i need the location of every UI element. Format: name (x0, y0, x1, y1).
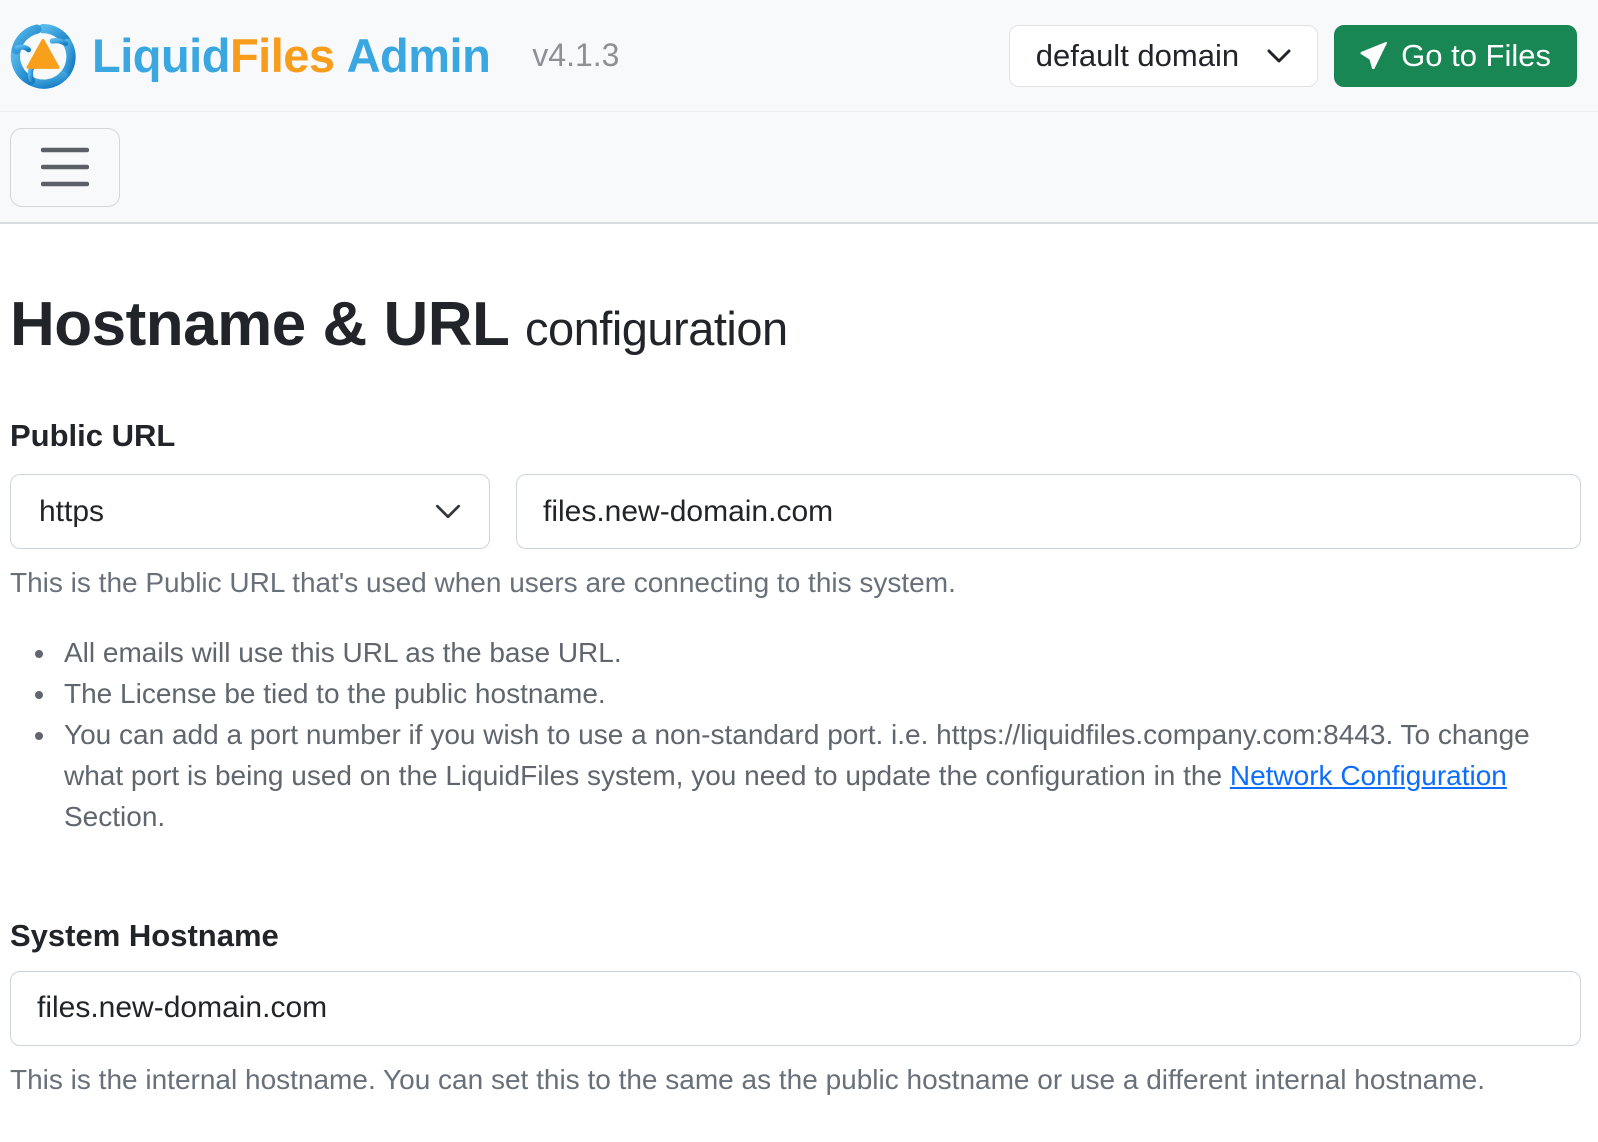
hamburger-icon (41, 146, 89, 188)
domain-selector[interactable]: default domain (1008, 24, 1319, 87)
page-title-sub: configuration (525, 302, 788, 355)
go-to-files-label: Go to Files (1401, 37, 1551, 73)
public-hostname-input[interactable] (516, 474, 1581, 550)
public-url-help: This is the Public URL that's used when … (10, 567, 956, 599)
note-item: The License be tied to the public hostna… (58, 673, 1581, 714)
chevron-down-icon (435, 503, 461, 520)
go-to-files-button[interactable]: Go to Files (1334, 24, 1577, 87)
system-hostname-label: System Hostname (10, 918, 279, 954)
brand-admin: Admin (346, 29, 491, 82)
note-text: Section. (64, 801, 166, 833)
note-item: All emails will use this URL as the base… (58, 632, 1581, 673)
brand-liquid: Liquid (92, 29, 230, 82)
send-icon (1360, 42, 1388, 69)
note-item: You can add a port number if you wish to… (58, 714, 1581, 837)
version-label: v4.1.3 (532, 37, 620, 73)
page-title: Hostname & URL configuration (10, 224, 1581, 361)
brand-title: LiquidFiles Admin (92, 28, 491, 83)
main-content: Hostname & URL configuration Public URL … (0, 224, 1598, 1097)
public-url-section: Public URL https This is the Public URL … (10, 417, 1581, 837)
menu-toggle-button[interactable] (10, 127, 120, 207)
system-hostname-input[interactable] (10, 970, 1581, 1046)
network-configuration-link[interactable]: Network Configuration (1230, 760, 1507, 791)
public-url-notes: All emails will use this URL as the base… (10, 632, 1581, 837)
scheme-select[interactable]: https (10, 474, 490, 550)
chevron-down-icon (1267, 48, 1291, 64)
note-text: The License be tied to the public hostna… (64, 678, 606, 710)
system-hostname-help: This is the internal hostname. You can s… (10, 1063, 1486, 1095)
public-url-label: Public URL (10, 418, 176, 454)
domain-selector-value: default domain (1035, 37, 1240, 73)
liquidfiles-logo-icon (10, 23, 76, 89)
system-hostname-section: System Hostname This is the internal hos… (10, 917, 1581, 1096)
system-hostname-input-wrap (10, 970, 1581, 1046)
scheme-select-value: https (39, 494, 105, 528)
public-url-row: https (10, 474, 1581, 550)
page-title-main: Hostname & URL (10, 290, 509, 359)
app-header: LiquidFiles Admin v4.1.3 default domain G… (0, 0, 1598, 112)
brand-files: Files (229, 29, 335, 82)
note-text: All emails will use this URL as the base… (64, 637, 622, 669)
nav-toolbar (0, 112, 1598, 224)
